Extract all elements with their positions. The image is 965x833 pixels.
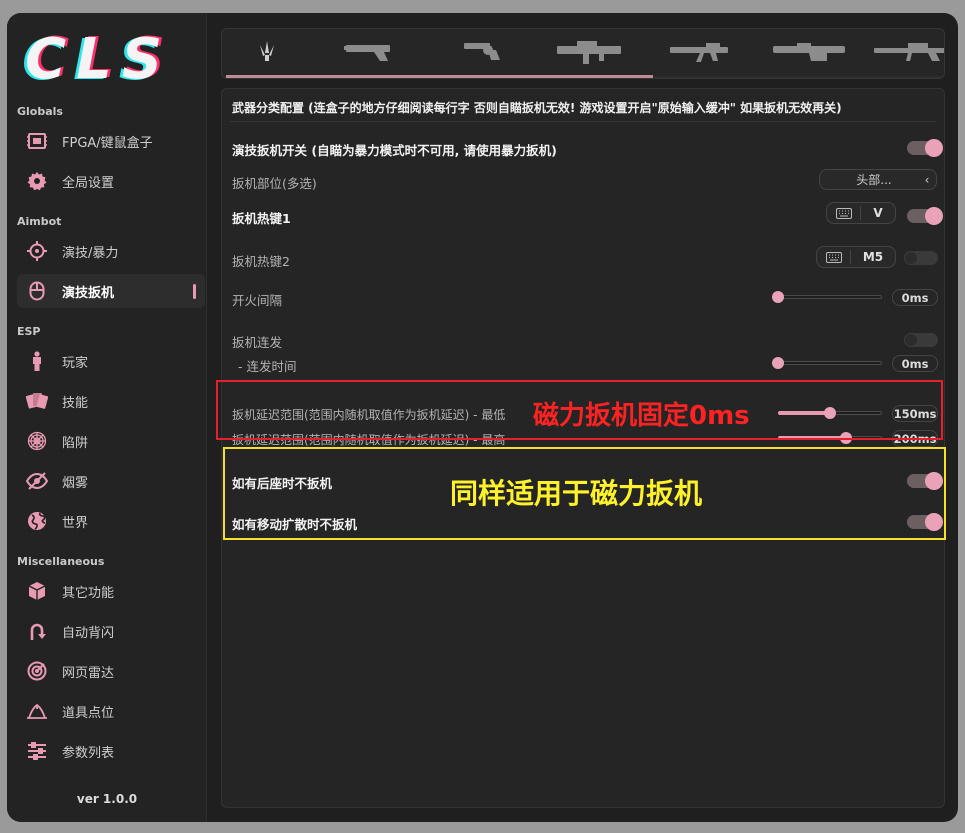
rifle-icon xyxy=(670,39,730,67)
annotation-yellow-note: 同样适用于磁力扳机 xyxy=(450,477,703,510)
tab-revolver[interactable] xyxy=(427,29,537,77)
sidebar-item-utility-spots[interactable]: 道具点位 xyxy=(17,694,205,728)
cards-icon xyxy=(26,390,48,412)
smg-icon xyxy=(557,38,623,68)
sidebar-item-legit-rage[interactable]: 演技/暴力 xyxy=(17,234,205,268)
annotation-red-note: 磁力扳机固定0ms xyxy=(533,401,750,431)
gear-icon xyxy=(26,170,48,192)
sniper-icon xyxy=(874,39,944,67)
section-title-aimbot: Aimbot xyxy=(17,215,62,228)
crosshair-icon xyxy=(26,240,48,262)
sidebar-item-other[interactable]: 其它功能 xyxy=(17,574,205,608)
hotkey2-label: 扳机热键2 xyxy=(232,254,290,269)
burst-toggle[interactable] xyxy=(904,333,938,347)
slider-track xyxy=(778,295,882,299)
trigger-part-label: 扳机部位(多选) xyxy=(232,176,317,191)
eye-slash-icon xyxy=(26,470,48,492)
trigger-part-select[interactable]: 头部... ‹ xyxy=(819,169,937,190)
sidebar-item-params[interactable]: 参数列表 xyxy=(17,734,205,768)
hotkey1-toggle[interactable] xyxy=(907,207,943,225)
tab-shotgun[interactable] xyxy=(755,29,865,77)
toggle-knob xyxy=(904,251,918,265)
slider-thumb[interactable] xyxy=(772,291,784,303)
hotkey1-button[interactable]: V xyxy=(826,202,896,224)
sidebar-item-skills[interactable]: 技能 xyxy=(17,384,205,418)
tab-rifle[interactable] xyxy=(645,29,755,77)
cls-logo: CLS CLS CLS xyxy=(22,26,176,93)
burst-time-label: - 连发时间 xyxy=(238,359,297,374)
radar-icon xyxy=(26,660,48,682)
tab-pistol[interactable] xyxy=(317,29,427,77)
sidebar-item-traps[interactable]: 陷阱 xyxy=(17,424,205,458)
burst-label: 扳机连发 xyxy=(232,335,283,350)
sliders-icon xyxy=(26,740,48,762)
revolver-icon xyxy=(462,40,502,66)
chevron-left-icon: ‹ xyxy=(924,172,930,187)
knife-icon xyxy=(256,40,278,66)
weapon-tabs xyxy=(221,28,945,79)
sidebar-item-auto-flash[interactable]: 自动背闪 xyxy=(17,614,205,648)
person-icon xyxy=(26,350,48,372)
toggle-knob xyxy=(904,333,918,347)
keyboard-icon xyxy=(817,250,851,264)
toggle-knob xyxy=(925,207,943,225)
trigger-switch-label: 演技扳机开关 (自瞄为暴力模式时不可用, 请使用暴力扳机) xyxy=(232,143,557,158)
burst-time-value: 0ms xyxy=(892,355,938,372)
sidebar-item-player[interactable]: 玩家 xyxy=(17,344,205,378)
slider-track xyxy=(778,361,882,365)
fpga-board-icon xyxy=(26,130,48,152)
fire-interval-label: 开火间隔 xyxy=(232,293,283,308)
spiderweb-icon xyxy=(26,430,48,452)
burst-time-slider[interactable] xyxy=(772,357,882,369)
sidebar-item-web-radar[interactable]: 网页雷达 xyxy=(17,654,205,688)
sidebar: CLS CLS CLS Globals FPGA/键鼠盒子 全局设置 Aimbo… xyxy=(7,13,207,822)
tab-smg[interactable] xyxy=(535,29,645,77)
sidebar-item-global-settings[interactable]: 全局设置 xyxy=(17,164,205,198)
hotkey1-label: 扳机热键1 xyxy=(232,211,291,226)
sidebar-item-legit-trigger[interactable]: 演技扳机 xyxy=(17,274,205,308)
map-marker-icon xyxy=(26,700,48,722)
pistol-icon xyxy=(344,40,400,66)
sidebar-item-fpga[interactable]: FPGA/键鼠盒子 xyxy=(17,124,205,158)
hotkey2-toggle[interactable] xyxy=(904,251,938,265)
keyboard-icon xyxy=(827,206,861,220)
trigger-switch-toggle[interactable] xyxy=(907,139,943,157)
tab-underline-active xyxy=(226,75,653,78)
section-title-misc: Miscellaneous xyxy=(17,555,105,568)
hotkey2-button[interactable]: M5 xyxy=(816,246,896,268)
sidebar-item-world[interactable]: 世界 xyxy=(17,504,205,538)
hotkey2-key: M5 xyxy=(862,250,884,264)
globe-icon xyxy=(26,510,48,532)
tab-knife[interactable] xyxy=(222,29,322,77)
toggle-knob xyxy=(925,139,943,157)
section-title-globals: Globals xyxy=(17,105,63,118)
u-turn-icon xyxy=(26,620,48,642)
hotkey1-key: V xyxy=(873,206,883,220)
shotgun-icon xyxy=(773,39,847,67)
sidebar-item-smoke[interactable]: 烟雾 xyxy=(17,464,205,498)
panel-title: 武器分类配置 (连盒子的地方仔细阅读每行字 否则自瞄扳机无效! 游戏设置开启"原… xyxy=(232,101,842,115)
fire-interval-value: 0ms xyxy=(892,289,938,306)
section-title-esp: ESP xyxy=(17,325,41,338)
tab-sniper[interactable] xyxy=(859,29,944,77)
mouse-icon xyxy=(26,280,48,302)
divider xyxy=(230,121,936,122)
version-label: ver 1.0.0 xyxy=(76,792,138,806)
fire-interval-slider[interactable] xyxy=(772,291,882,303)
trigger-part-value: 头部... xyxy=(856,173,892,187)
slider-thumb[interactable] xyxy=(772,357,784,369)
cube-icon xyxy=(26,580,48,602)
active-indicator xyxy=(193,284,196,299)
